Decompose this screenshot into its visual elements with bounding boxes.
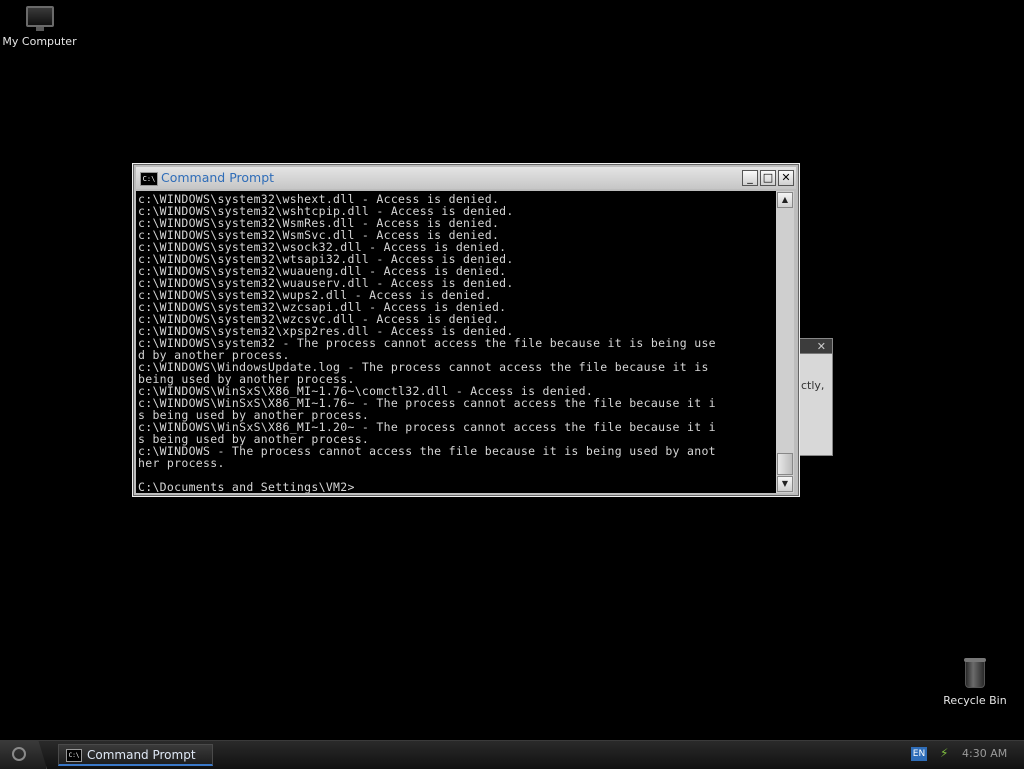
scrollbar-thumb[interactable] [777, 453, 793, 475]
taskbar: C:\ Command Prompt EN ⚡ 4:30 AM [0, 740, 1024, 769]
background-dialog-text: ctly, [801, 379, 825, 392]
start-button[interactable] [0, 741, 47, 769]
close-button[interactable]: ✕ [778, 170, 794, 186]
console-app-icon: C:\ [66, 749, 82, 762]
close-icon[interactable]: ✕ [817, 340, 826, 353]
taskbar-item-label: Command Prompt [87, 748, 196, 762]
scroll-down-arrow-icon[interactable]: ▼ [777, 476, 793, 492]
desktop-icon-label: Recycle Bin [943, 694, 1007, 707]
background-dialog-titlebar[interactable] [799, 339, 832, 354]
maximize-button[interactable]: □ [760, 170, 776, 186]
minimize-button[interactable]: _ [742, 170, 758, 186]
system-clock[interactable]: 4:30 AM [962, 747, 1007, 760]
window-titlebar[interactable]: C:\ Command Prompt _ □ ✕ [136, 167, 796, 189]
monitor-icon [25, 6, 54, 31]
console-app-icon[interactable]: C:\ [140, 172, 158, 186]
desktop: My Computer Recycle Bin ✕ ctly, C:\ Comm… [0, 0, 1024, 740]
window-title: Command Prompt [161, 170, 275, 185]
desktop-icon-my-computer[interactable]: My Computer [2, 6, 77, 48]
scroll-up-arrow-icon[interactable]: ▲ [777, 192, 793, 208]
taskbar-item-command-prompt[interactable]: C:\ Command Prompt [58, 744, 213, 766]
desktop-icon-label: My Computer [2, 35, 77, 48]
command-prompt-window[interactable]: C:\ Command Prompt _ □ ✕ c:\WINDOWS\syst… [132, 163, 800, 497]
console-text[interactable]: c:\WINDOWS\system32\wshext.dll - Access … [136, 191, 776, 493]
vertical-scrollbar[interactable]: ▲ ▼ [776, 191, 794, 493]
desktop-icon-recycle-bin[interactable]: Recycle Bin [940, 658, 1010, 707]
console-output[interactable]: c:\WINDOWS\system32\wshext.dll - Access … [136, 191, 776, 493]
trash-icon [964, 658, 986, 688]
gear-icon [12, 747, 26, 761]
background-dialog[interactable]: ✕ ctly, [798, 338, 833, 456]
language-indicator[interactable]: EN [911, 747, 927, 761]
network-icon[interactable]: ⚡ [940, 746, 954, 760]
